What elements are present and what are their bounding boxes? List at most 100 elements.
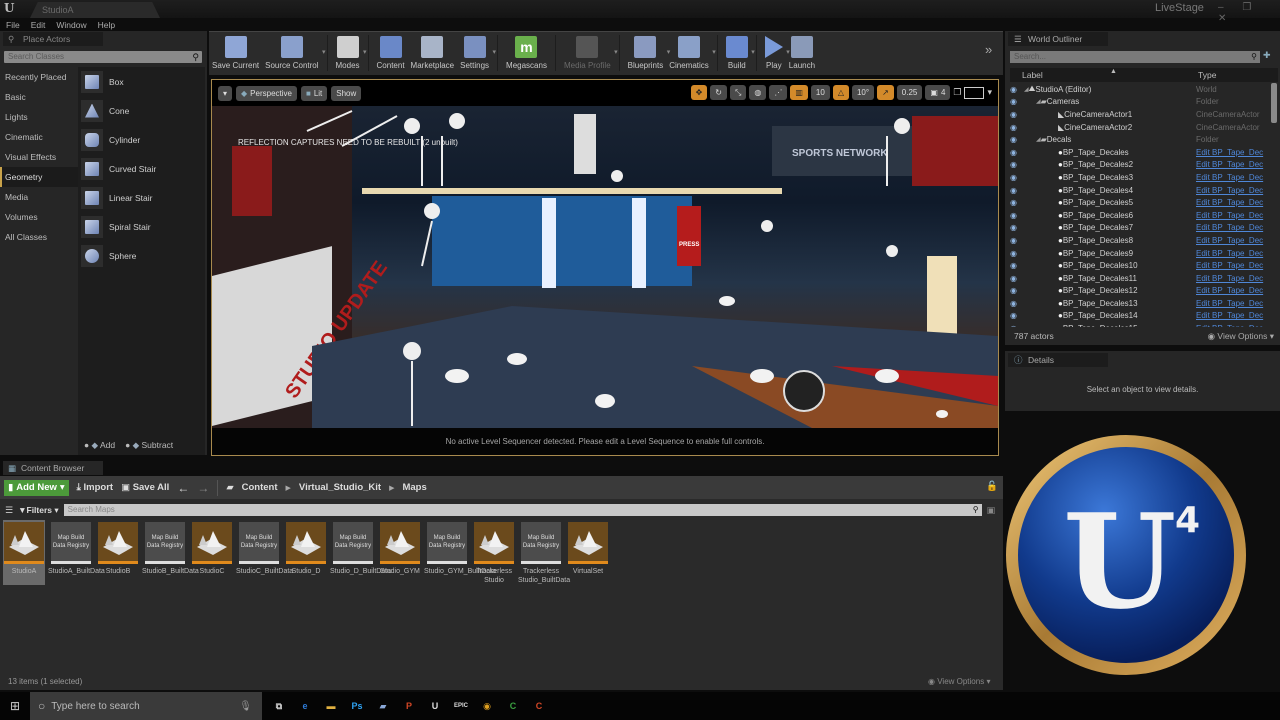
visibility-eye-icon[interactable]: ◉ xyxy=(1010,274,1020,283)
import-button[interactable]: ⤓ Import xyxy=(77,482,113,493)
actor-item[interactable]: Cylinder xyxy=(78,125,205,154)
rotation-snap-value[interactable]: 10° xyxy=(851,85,875,100)
actor-item[interactable]: Cone xyxy=(78,96,205,125)
visibility-eye-icon[interactable]: ◉ xyxy=(1010,135,1020,144)
epic-launcher-icon[interactable]: EPIC xyxy=(448,692,474,720)
outliner-row[interactable]: ◉ ● BP_Tape_Decales Edit BP_Tape_Dec xyxy=(1010,146,1272,159)
sources-toggle-icon[interactable]: ☰ xyxy=(5,505,13,516)
camtasia-recorder-icon[interactable]: C xyxy=(526,692,552,720)
dropdown-arrow-icon[interactable]: ▾ xyxy=(614,48,618,56)
visibility-eye-icon[interactable]: ◉ xyxy=(1010,261,1020,270)
subtract-brush-option[interactable]: ● ◆ Subtract xyxy=(125,440,173,451)
forward-button[interactable]: → xyxy=(197,481,209,495)
save-search-icon[interactable]: ▣ xyxy=(987,505,996,516)
asset-tile[interactable]: Studio_GYM xyxy=(379,520,421,585)
megascans-button[interactable]: m Megascans xyxy=(503,31,550,75)
dropdown-arrow-icon[interactable]: ▾ xyxy=(751,48,755,56)
outliner-row[interactable]: ◉ ● BP_Tape_Decales14 Edit BP_Tape_Dec xyxy=(1010,310,1272,323)
edit-blueprint-link[interactable]: Edit BP_Tape_Dec xyxy=(1196,299,1263,308)
file-explorer-icon[interactable]: ▬ xyxy=(318,692,344,720)
asset-tile[interactable]: StudioC xyxy=(191,520,233,585)
category-item[interactable]: Recently Placed xyxy=(0,67,78,87)
dropdown-arrow-icon[interactable]: ▾ xyxy=(712,48,716,56)
breadcrumb-virtual-studio-kit[interactable]: Virtual_Studio_Kit xyxy=(299,482,381,493)
scale-snap-icon[interactable]: ↗ xyxy=(877,85,894,100)
camtasia-icon[interactable]: C xyxy=(500,692,526,720)
visibility-eye-icon[interactable]: ◉ xyxy=(1010,186,1020,195)
windows-start-icon[interactable]: ⊞ xyxy=(0,699,30,713)
source-control-button[interactable]: Source Control ▾ xyxy=(262,31,326,75)
grid-snap-icon[interactable]: ▥ xyxy=(790,85,808,100)
category-item[interactable]: Media xyxy=(0,187,78,207)
level-viewport[interactable]: ▾ ◆ Perspective ■ Lit Show ✥ ↻ ⤡ ◍ ⋰ ▥ 10 … xyxy=(211,79,999,456)
category-item[interactable]: Lights xyxy=(0,107,78,127)
place-actors-tab[interactable]: ⚲ Place Actors xyxy=(3,32,103,46)
visibility-eye-icon[interactable]: ◉ xyxy=(1010,123,1020,132)
show-button[interactable]: Show xyxy=(331,85,362,101)
actor-item[interactable]: Curved Stair xyxy=(78,154,205,183)
edit-blueprint-link[interactable]: Edit BP_Tape_Dec xyxy=(1196,160,1263,169)
content-browser-tab[interactable]: ▦ Content Browser xyxy=(3,461,103,475)
edit-blueprint-link[interactable]: Edit BP_Tape_Dec xyxy=(1196,198,1263,207)
content-view-options-button[interactable]: ◉ View Options ▾ xyxy=(928,677,990,686)
lock-icon[interactable]: 🔓 xyxy=(986,481,998,492)
asset-tile[interactable]: Map Build Data Registry Studio_D_BuiltDat… xyxy=(330,520,391,585)
add-folder-icon[interactable]: ✚ xyxy=(1263,50,1271,61)
edit-blueprint-link[interactable]: Edit BP_Tape_Dec xyxy=(1196,261,1263,270)
view-options-button[interactable]: ◉ View Options ▾ xyxy=(1208,329,1274,343)
play-button[interactable]: Play ▾ xyxy=(762,31,790,75)
actor-item[interactable]: Sphere xyxy=(78,241,205,270)
taskbar-search-box[interactable]: ○ Type here to search 🎙 xyxy=(30,692,262,720)
modes-button[interactable]: Modes ▾ xyxy=(333,31,367,75)
layout-dropdown-icon[interactable]: ▾ xyxy=(987,87,992,98)
category-item[interactable]: Geometry xyxy=(0,167,78,187)
asset-tile[interactable]: Map Build Data Registry StudioA_BuiltData xyxy=(48,520,105,585)
actor-item[interactable]: Box xyxy=(78,67,205,96)
translate-tool-icon[interactable]: ✥ xyxy=(690,85,708,100)
asset-tile[interactable]: Map Build Data Registry StudioC_BuiltData xyxy=(236,520,293,585)
asset-tile[interactable]: Trackerless Studio xyxy=(473,520,515,585)
media-profile-button[interactable]: Media Profile ▾ xyxy=(561,31,618,75)
edit-blueprint-link[interactable]: Edit BP_Tape_Dec xyxy=(1196,173,1263,182)
category-item[interactable]: Volumes xyxy=(0,207,78,227)
edge-icon[interactable]: e xyxy=(292,692,318,720)
outliner-row[interactable]: ◉ ● BP_Tape_Decales12 Edit BP_Tape_Dec xyxy=(1010,285,1272,298)
breadcrumb-maps[interactable]: Maps xyxy=(402,482,426,493)
outliner-row[interactable]: ◉ ◣ CineCameraActor2 CineCameraActor xyxy=(1010,121,1272,134)
visibility-eye-icon[interactable]: ◉ xyxy=(1010,236,1020,245)
task-view-icon[interactable]: ⧉ xyxy=(266,692,292,720)
edit-blueprint-link[interactable]: Edit BP_Tape_Dec xyxy=(1196,286,1263,295)
lit-button[interactable]: ■ Lit xyxy=(300,85,328,101)
asset-tile[interactable]: Map Build Data Registry Trackerless Studi… xyxy=(518,520,570,585)
outliner-row[interactable]: ◉ ◢ ▰ Cameras Folder xyxy=(1010,96,1272,109)
menu-window[interactable]: Window xyxy=(56,20,86,30)
visibility-eye-icon[interactable]: ◉ xyxy=(1010,286,1020,295)
world-local-icon[interactable]: ◍ xyxy=(749,85,767,100)
visibility-eye-icon[interactable]: ◉ xyxy=(1010,148,1020,157)
outliner-row[interactable]: ◉ ◢ ⛰ StudioA (Editor) World xyxy=(1010,83,1272,96)
outliner-row[interactable]: ◉ ◢ ▰ Decals Folder xyxy=(1010,133,1272,146)
visibility-eye-icon[interactable]: ◉ xyxy=(1010,198,1020,207)
edit-blueprint-link[interactable]: Edit BP_Tape_Dec xyxy=(1196,211,1263,220)
details-tab[interactable]: ⓘ Details xyxy=(1008,353,1108,367)
category-item[interactable]: Cinematic xyxy=(0,127,78,147)
category-item[interactable]: All Classes xyxy=(0,227,78,247)
back-button[interactable]: ← xyxy=(177,481,189,495)
asset-tile[interactable]: VirtualSet xyxy=(567,520,609,585)
edit-blueprint-link[interactable]: Edit BP_Tape_Dec xyxy=(1196,274,1263,283)
layout-grid-icon[interactable] xyxy=(964,86,985,99)
asset-tile[interactable]: Studio_D xyxy=(285,520,327,585)
add-brush-option[interactable]: ● ◆ Add xyxy=(84,440,115,451)
settings-button[interactable]: Settings ▾ xyxy=(457,31,496,75)
breadcrumb-content[interactable]: Content xyxy=(242,482,278,493)
rotation-snap-icon[interactable]: △ xyxy=(832,85,849,100)
category-item[interactable]: Visual Effects xyxy=(0,147,78,167)
visibility-eye-icon[interactable]: ◉ xyxy=(1010,97,1020,106)
outliner-search-input[interactable]: Search... ⚲ xyxy=(1010,51,1260,63)
outliner-row[interactable]: ◉ ● BP_Tape_Decales11 Edit BP_Tape_Dec xyxy=(1010,272,1272,285)
edit-blueprint-link[interactable]: Edit BP_Tape_Dec xyxy=(1196,223,1263,232)
edit-blueprint-link[interactable]: Edit BP_Tape_Dec xyxy=(1196,186,1263,195)
visibility-eye-icon[interactable]: ◉ xyxy=(1010,249,1020,258)
document-tab[interactable]: StudioA xyxy=(30,2,160,18)
add-new-button[interactable]: ▮ Add New ▾ xyxy=(4,479,69,496)
